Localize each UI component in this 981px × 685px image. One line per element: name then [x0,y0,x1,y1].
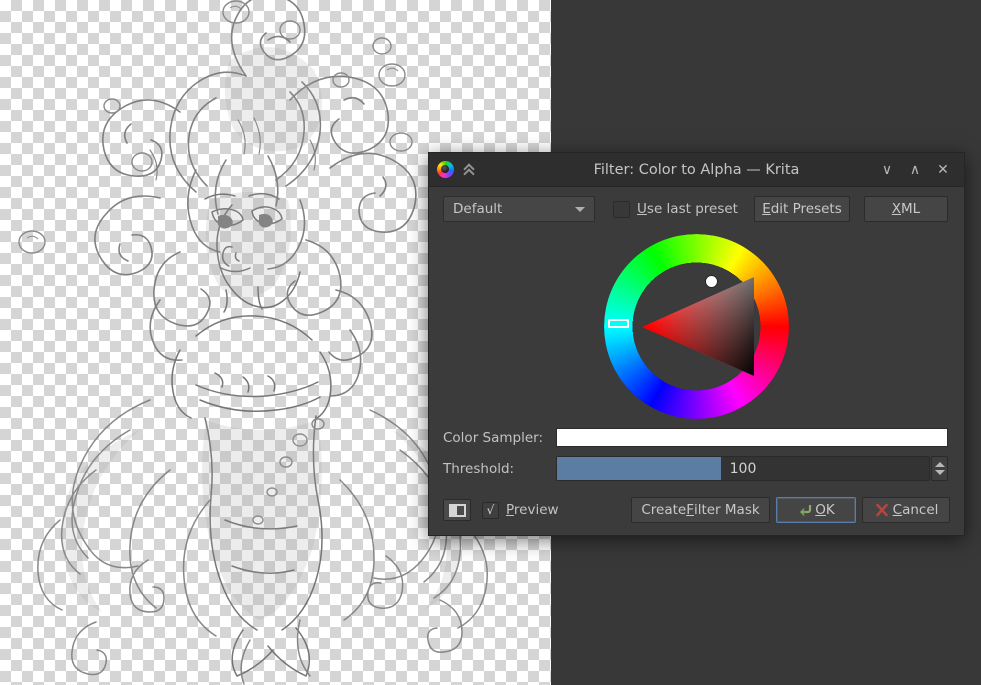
use-last-preset-checkbox-group[interactable]: Use last preset [613,201,738,218]
maximize-button[interactable]: ∧ [902,157,928,183]
checkmark-icon: √ [487,503,495,517]
accel-char: P [506,502,514,518]
chevron-up-icon: ∧ [910,163,920,177]
label-rest: se last preset [647,201,738,217]
split-view-toggle-button[interactable] [443,499,471,521]
threshold-value: 100 [557,461,929,477]
accel-char: F [686,502,694,518]
window-controls: ∨ ∧ ✕ [874,157,964,183]
xml-button[interactable]: XML [864,196,948,222]
label-rest: K [826,502,835,518]
threshold-spinner[interactable] [931,456,948,481]
threshold-row: Threshold: 100 [429,456,964,481]
krita-window: Filter: Color to Alpha — Krita ∨ ∧ ✕ Def… [0,0,981,685]
dialog-titlebar[interactable]: Filter: Color to Alpha — Krita ∨ ∧ ✕ [429,153,964,187]
red-x-icon [874,502,890,518]
preset-combobox[interactable]: Default [443,196,595,222]
dialog-footer: √ Preview Create Filter Mask OK [429,497,964,523]
double-chevron-up-icon[interactable] [463,162,479,178]
hue-selection-marker[interactable] [608,319,629,328]
accel-char: U [637,201,647,217]
edit-presets-button[interactable]: Edit Presets [754,196,850,222]
dialog-body: Default Use last preset Edit Presets XML [429,187,964,523]
label-rest: dit Presets [771,201,842,217]
minimize-button[interactable]: ∨ [874,157,900,183]
label-rest: ilter Mask [694,502,760,518]
footer-buttons: Create Filter Mask OK Cancel [631,497,950,523]
accel-char: C [893,502,902,518]
saturation-value-triangle[interactable] [633,263,760,390]
label-rest: review [514,502,559,518]
label-rest: ML [901,201,920,217]
chevron-down-icon [575,207,585,212]
spinner-up-icon[interactable] [935,462,945,467]
presets-row: Default Use last preset Edit Presets XML [429,187,964,222]
preset-combobox-value: Default [453,201,575,217]
label-a: Create [641,502,686,518]
ok-button[interactable]: OK [776,497,856,523]
accel-char: X [892,201,901,217]
color-sampler-row: Color Sampler: [429,428,964,447]
krita-logo-icon [437,161,454,178]
chevron-down-icon: ∨ [882,163,892,177]
hsv-color-wheel[interactable] [604,234,789,419]
preview-checkbox-group[interactable]: √ Preview [482,502,559,519]
threshold-label: Threshold: [443,461,556,477]
enter-arrow-icon [797,502,813,518]
saturation-value-marker[interactable] [706,276,717,287]
color-to-alpha-filter-dialog: Filter: Color to Alpha — Krita ∨ ∧ ✕ Def… [428,152,965,536]
label-rest: ancel [902,502,938,518]
accel-char: E [762,201,771,217]
preview-label: Preview [506,502,559,518]
cancel-button[interactable]: Cancel [862,497,950,523]
color-sampler-label: Color Sampler: [443,430,556,446]
color-selector-area [429,222,964,419]
split-view-icon [449,504,466,517]
close-icon: ✕ [937,163,949,177]
use-last-preset-checkbox[interactable] [613,201,630,218]
create-filter-mask-button[interactable]: Create Filter Mask [631,497,770,523]
use-last-preset-label: Use last preset [637,201,738,217]
threshold-slider[interactable]: 100 [556,456,930,481]
preview-checkbox[interactable]: √ [482,502,499,519]
accel-char: O [815,502,826,518]
spinner-down-icon[interactable] [935,470,945,475]
color-sampler-swatch[interactable] [556,428,948,447]
close-button[interactable]: ✕ [930,157,956,183]
